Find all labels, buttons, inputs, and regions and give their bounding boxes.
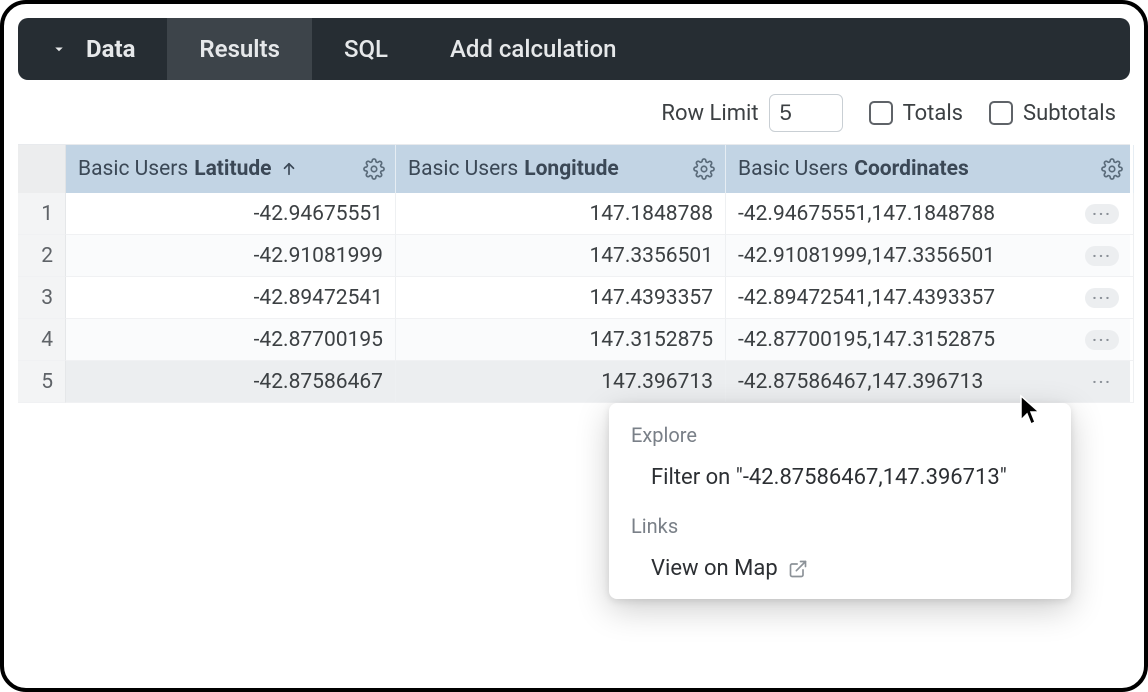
cell-latitude[interactable]: -42.87700195: [66, 319, 396, 361]
tab-label: SQL: [344, 35, 388, 63]
caret-down-icon: [50, 40, 68, 58]
row-limit-control: Row Limit: [661, 94, 842, 132]
column-field: Longitude: [524, 157, 619, 181]
column-field: Latitude: [194, 157, 271, 181]
menu-section-links: Links: [609, 504, 1071, 544]
totals-checkbox[interactable]: Totals: [869, 101, 963, 126]
cell-latitude[interactable]: -42.94675551: [66, 193, 396, 235]
cell-value: -42.87586467,147.396713: [738, 370, 983, 394]
row-number: 4: [18, 319, 66, 361]
table-row: 5 -42.87586467 147.396713 -42.87586467,1…: [18, 361, 1130, 403]
tab-add-calculation[interactable]: Add calculation: [426, 28, 641, 70]
ellipsis-icon[interactable]: ···: [1085, 288, 1119, 308]
table-row: 4 -42.87700195 147.3152875 -42.87700195,…: [18, 319, 1130, 361]
subtotals-checkbox[interactable]: Subtotals: [989, 101, 1116, 126]
cell-longitude[interactable]: 147.4393357: [396, 277, 726, 319]
subtotals-label: Subtotals: [1023, 101, 1116, 126]
row-number: 5: [18, 361, 66, 403]
cell-longitude[interactable]: 147.1848788: [396, 193, 726, 235]
ellipsis-icon[interactable]: ···: [1085, 372, 1119, 392]
results-toolbar: Row Limit Totals Subtotals: [18, 80, 1130, 144]
cell-coordinates[interactable]: -42.91081999,147.3356501 ···: [726, 235, 1134, 277]
column-group: Basic Users: [408, 157, 518, 181]
cell-coordinates[interactable]: -42.89472541,147.4393357 ···: [726, 277, 1134, 319]
app-frame: Data Results SQL Add calculation Row Lim…: [0, 0, 1148, 692]
cell-latitude[interactable]: -42.89472541: [66, 277, 396, 319]
column-longitude[interactable]: Basic Users Longitude: [396, 145, 726, 193]
row-limit-label: Row Limit: [661, 101, 758, 126]
table-row: 3 -42.89472541 147.4393357 -42.89472541,…: [18, 277, 1130, 319]
tab-label: Results: [199, 35, 280, 63]
ellipsis-icon[interactable]: ···: [1085, 330, 1119, 350]
table-header-row: Basic Users Latitude Basic Users Longitu…: [18, 145, 1130, 193]
row-number: 1: [18, 193, 66, 235]
column-row-number: [18, 145, 66, 193]
cell-value: -42.89472541,147.4393357: [738, 286, 995, 310]
menu-section-explore: Explore: [609, 413, 1071, 453]
row-number: 3: [18, 277, 66, 319]
column-group: Basic Users: [78, 157, 188, 181]
cell-value: -42.94675551,147.1848788: [738, 202, 995, 226]
cell-coordinates[interactable]: -42.94675551,147.1848788 ···: [726, 193, 1134, 235]
checkbox-box-icon: [869, 101, 893, 125]
tab-label: Add calculation: [450, 35, 617, 63]
tab-sql[interactable]: SQL: [312, 18, 420, 80]
cell-coordinates[interactable]: -42.87586467,147.396713 ···: [726, 361, 1134, 403]
results-table: Basic Users Latitude Basic Users Longitu…: [18, 144, 1130, 403]
row-number: 2: [18, 235, 66, 277]
menu-item-label: View on Map: [651, 556, 778, 581]
ellipsis-icon[interactable]: ···: [1085, 204, 1119, 224]
table-row: 2 -42.91081999 147.3356501 -42.91081999,…: [18, 235, 1130, 277]
sort-asc-icon: [280, 160, 298, 178]
menu-item-view-on-map[interactable]: View on Map: [609, 544, 1071, 595]
gear-icon[interactable]: [693, 158, 715, 180]
cell-longitude[interactable]: 147.396713: [396, 361, 726, 403]
column-coordinates[interactable]: Basic Users Coordinates: [726, 145, 1134, 193]
gear-icon[interactable]: [1101, 158, 1123, 180]
cell-latitude[interactable]: -42.91081999: [66, 235, 396, 277]
totals-label: Totals: [903, 101, 963, 126]
menu-item-label: Filter on "-42.87586467,147.396713": [651, 465, 1007, 490]
tab-results[interactable]: Results: [167, 18, 312, 80]
column-field: Coordinates: [854, 157, 969, 181]
column-latitude[interactable]: Basic Users Latitude: [66, 145, 396, 193]
tab-data[interactable]: Data: [18, 18, 167, 80]
external-link-icon: [788, 559, 808, 579]
cell-value: -42.91081999,147.3356501: [738, 244, 995, 268]
ellipsis-icon[interactable]: ···: [1085, 246, 1119, 266]
menu-item-filter-on[interactable]: Filter on "-42.87586467,147.396713": [609, 453, 1071, 504]
cell-longitude[interactable]: 147.3356501: [396, 235, 726, 277]
row-limit-input[interactable]: [769, 94, 843, 132]
cell-value: -42.87700195,147.3152875: [738, 328, 995, 352]
cell-longitude[interactable]: 147.3152875: [396, 319, 726, 361]
gear-icon[interactable]: [363, 158, 385, 180]
cell-context-menu: Explore Filter on "-42.87586467,147.3967…: [609, 403, 1071, 599]
table-row: 1 -42.94675551 147.1848788 -42.94675551,…: [18, 193, 1130, 235]
cell-coordinates[interactable]: -42.87700195,147.3152875 ···: [726, 319, 1134, 361]
tab-bar: Data Results SQL Add calculation: [18, 18, 1130, 80]
tab-label: Data: [86, 35, 135, 63]
cell-latitude[interactable]: -42.87586467: [66, 361, 396, 403]
column-group: Basic Users: [738, 157, 848, 181]
checkbox-box-icon: [989, 101, 1013, 125]
